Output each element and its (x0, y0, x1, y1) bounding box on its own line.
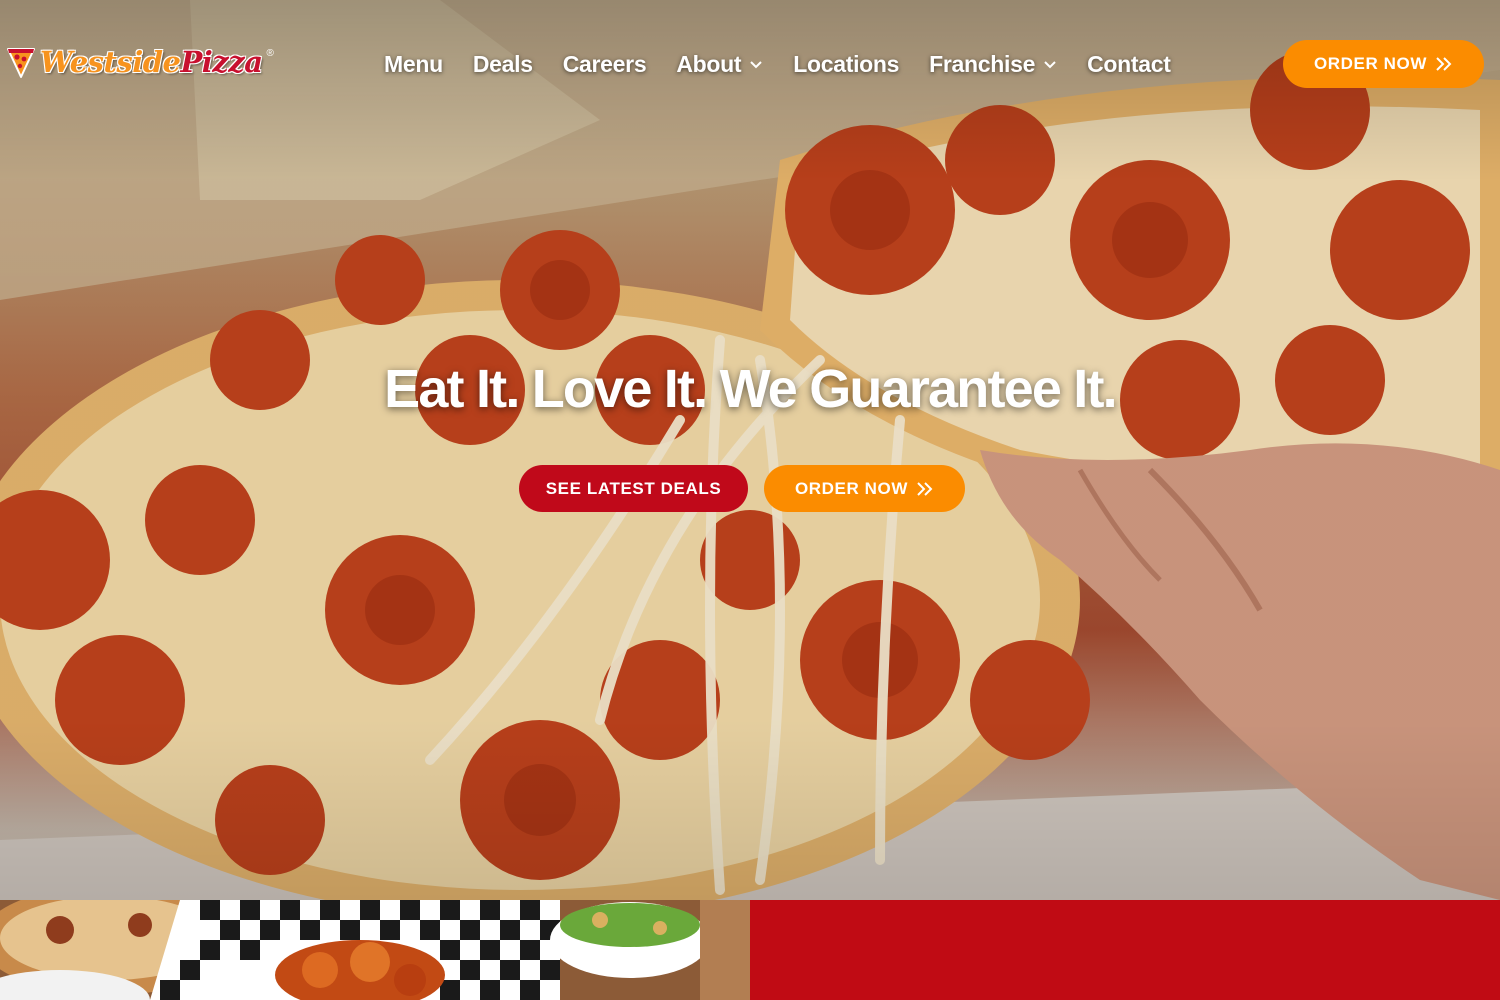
hero-overlay (0, 0, 1500, 900)
nav-item-careers[interactable]: Careers (563, 51, 647, 78)
nav-item-contact[interactable]: Contact (1087, 51, 1171, 78)
logo-text: WestsidePizza (40, 45, 263, 79)
nav-item-deals[interactable]: Deals (473, 51, 533, 78)
nav-item-label: Franchise (929, 50, 1036, 77)
nav-item-label: Deals (472, 50, 533, 77)
logo-text-secondary: Pizza (180, 45, 263, 79)
red-promo-panel (750, 900, 1500, 1000)
nav-item-label: Locations (793, 50, 900, 77)
nav-item-label: About (676, 50, 742, 77)
nav-item-locations[interactable]: Locations (793, 51, 899, 78)
nav-item-label: Contact (1087, 50, 1171, 77)
logo-text-primary: Westside (40, 45, 181, 79)
double-chevron-right-icon (917, 481, 933, 496)
order-now-label: ORDER NOW (1313, 54, 1428, 73)
site-header: WestsidePizza ® Menu Deals Careers About… (0, 0, 1500, 128)
chevron-down-icon (1044, 61, 1056, 69)
homepage: WestsidePizza ® Menu Deals Careers About… (0, 0, 1500, 1000)
nav-item-menu[interactable]: Menu (384, 51, 443, 78)
see-latest-deals-label: SEE LATEST DEALS (545, 478, 722, 498)
header-order-now-button[interactable]: ORDER NOW (1283, 40, 1484, 88)
see-latest-deals-button[interactable]: SEE LATEST DEALS (519, 465, 748, 512)
order-now-label: ORDER NOW (794, 478, 909, 498)
nav-item-label: Careers (562, 50, 647, 77)
hero-headline: Eat It. Love It. We Guarantee It. (384, 359, 1118, 419)
food-spread-image (0, 900, 750, 1000)
food-spread-photo (0, 900, 750, 1000)
chevron-down-icon (750, 61, 762, 69)
hero-order-now-button[interactable]: ORDER NOW (764, 465, 965, 512)
nav-item-about[interactable]: About (676, 51, 763, 78)
logo-registered-mark: ® (266, 48, 274, 59)
hero-background-image (0, 0, 1500, 900)
main-nav: Menu Deals Careers About Locations Franc… (384, 46, 1201, 82)
double-chevron-right-icon (1436, 57, 1452, 71)
nav-item-label: Menu (384, 50, 443, 77)
nav-item-franchise[interactable]: Franchise (929, 51, 1057, 78)
westside-pizza-logo[interactable]: WestsidePizza ® (6, 42, 274, 82)
pizza-slice-icon (7, 48, 35, 78)
